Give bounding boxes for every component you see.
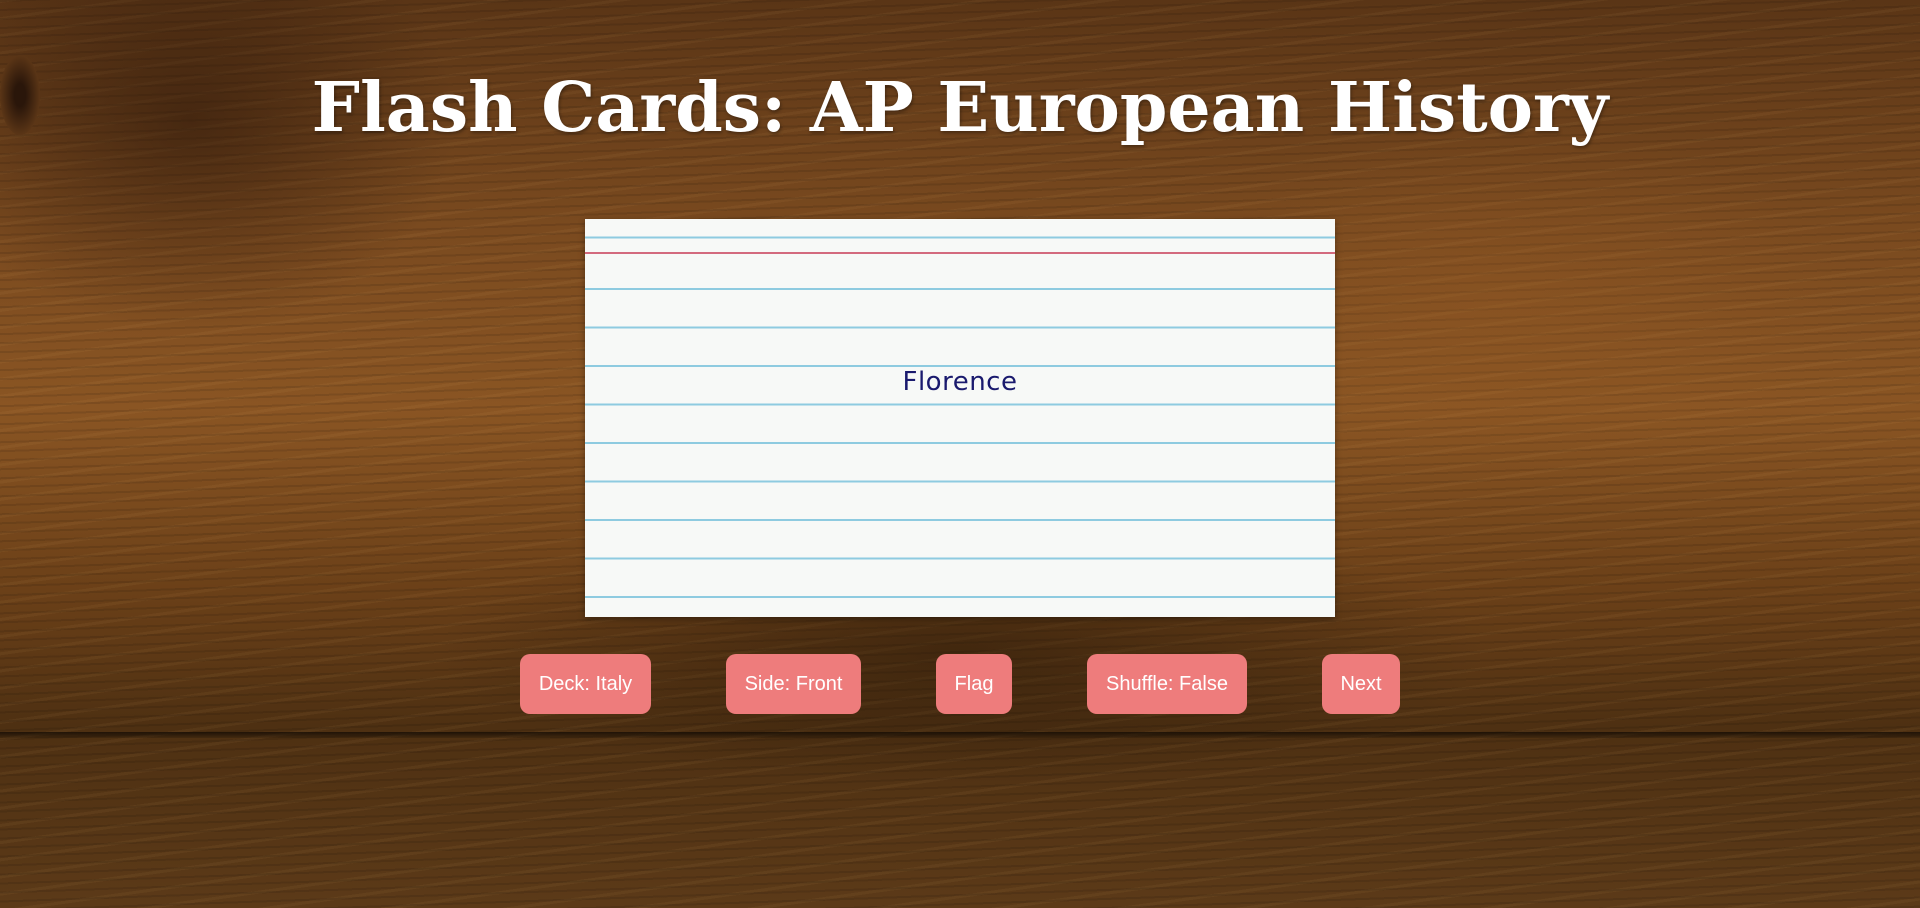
flag-button[interactable]: Flag: [936, 654, 1012, 714]
wood-seam: [0, 732, 1920, 738]
side-button[interactable]: Side: Front: [726, 654, 861, 714]
flash-card[interactable]: Florence: [585, 219, 1335, 617]
next-button[interactable]: Next: [1322, 654, 1400, 714]
page-title: Flash Cards: AP European History: [311, 68, 1609, 148]
shuffle-button[interactable]: Shuffle: False: [1087, 654, 1247, 714]
deck-button[interactable]: Deck: Italy: [520, 654, 651, 714]
card-text: Florence: [902, 367, 1018, 397]
controls-bar: Deck: Italy Side: Front Flag Shuffle: Fa…: [0, 654, 1920, 714]
